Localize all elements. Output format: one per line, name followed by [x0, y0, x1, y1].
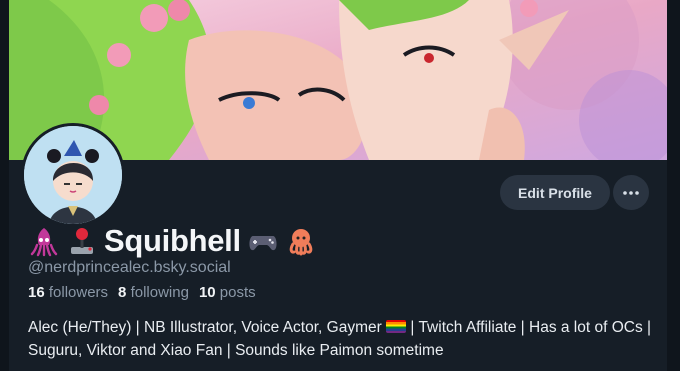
more-horizontal-icon: [623, 190, 639, 195]
squid-emoji-icon: [30, 228, 58, 257]
posts-label: posts: [219, 284, 256, 301]
following-link[interactable]: 8 following: [118, 284, 189, 301]
following-label: following: [130, 284, 189, 301]
posts-stat: 10 posts: [199, 284, 256, 301]
joystick-emoji-icon: [71, 228, 93, 254]
more-options-button[interactable]: [613, 175, 649, 210]
profile-stats: 16 followers 8 following 10 posts: [28, 284, 256, 301]
bio-text-part1: Alec (He/They) | NB Illustrator, Voice A…: [28, 319, 382, 336]
following-count: 8: [118, 284, 127, 301]
left-gutter: [0, 0, 9, 371]
avatar[interactable]: [21, 123, 125, 227]
posts-count: 10: [198, 284, 216, 301]
followers-link[interactable]: 16 followers: [28, 284, 108, 301]
followers-label: followers: [48, 284, 109, 301]
profile-bio: Alec (He/They) | NB Illustrator, Voice A…: [28, 316, 653, 362]
right-gutter: [667, 0, 680, 371]
followers-count: 16: [28, 284, 45, 301]
edit-profile-button[interactable]: Edit Profile: [500, 175, 610, 210]
avatar-image: [24, 126, 122, 224]
profile-handle: @nerdprincealec.bsky.social: [28, 259, 231, 276]
octopus-emoji-icon: [289, 229, 313, 256]
rainbow-flag-icon: [386, 320, 407, 333]
display-name-row: Squibhell: [28, 222, 317, 260]
display-name: Squibhell: [104, 223, 241, 258]
gamepad-emoji-icon: [249, 236, 277, 251]
